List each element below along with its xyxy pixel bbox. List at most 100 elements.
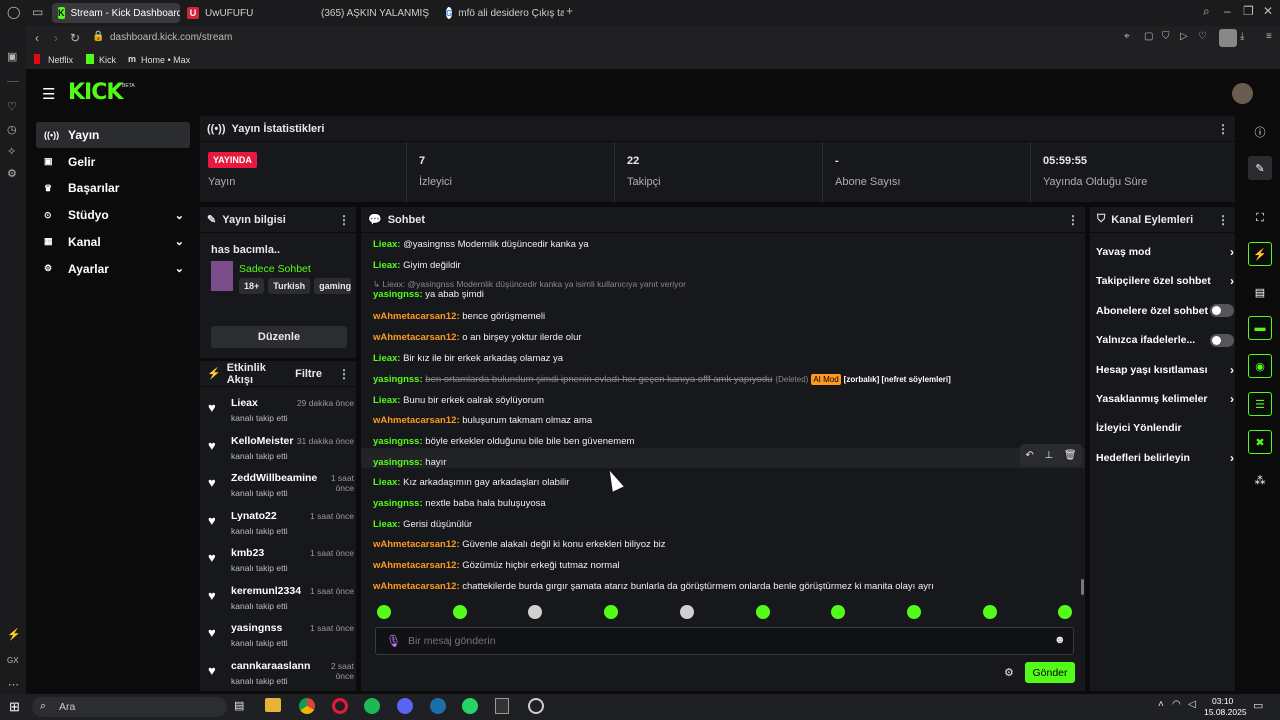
minimize-button[interactable]: – xyxy=(1224,4,1231,18)
channel-action-item[interactable]: Yalnızca ifadelerle... xyxy=(1096,329,1234,351)
channel-action-item[interactable]: Hedefleri belirleyin › xyxy=(1096,447,1234,469)
play-icon[interactable]: ▷ xyxy=(1180,31,1188,42)
taskbar-search[interactable]: ⌕ Ara xyxy=(32,697,227,717)
chat-username[interactable]: yasingnss xyxy=(373,289,419,300)
chrome-icon[interactable] xyxy=(299,698,315,714)
activity-user[interactable]: ZeddWillbeamine xyxy=(231,472,317,484)
chat-username[interactable]: wAhmetacarsan12 xyxy=(373,415,456,426)
sidebar-cube-icon[interactable]: ▣ xyxy=(7,50,17,63)
emote-icon[interactable] xyxy=(982,605,997,619)
hamburger-menu-icon[interactable]: ☰ xyxy=(42,85,55,103)
obs-icon[interactable] xyxy=(528,698,544,714)
emote-icon[interactable] xyxy=(604,605,619,619)
filter-button[interactable]: Filtre xyxy=(295,368,322,380)
chat-scrollbar[interactable] xyxy=(1081,579,1084,595)
chat-username[interactable]: wAhmetacarsan12 xyxy=(373,581,456,592)
notes-icon[interactable]: ▤ xyxy=(1248,280,1272,304)
heart-icon[interactable]: ♡ xyxy=(1198,31,1207,42)
sidebar-extensions-icon[interactable]: ✧ xyxy=(7,145,16,158)
kick-logo[interactable]: KICK xyxy=(68,80,123,105)
chat-username[interactable]: wAhmetacarsan12 xyxy=(373,311,456,322)
spotify-icon[interactable] xyxy=(364,698,380,714)
activity-user[interactable]: Lieax xyxy=(231,397,258,409)
toggle-switch[interactable] xyxy=(1210,333,1234,347)
emote-icon[interactable] xyxy=(906,605,921,619)
emote-icon[interactable] xyxy=(831,605,846,619)
sidebar-settings-icon[interactable]: ⚙ xyxy=(7,167,17,180)
activity-user[interactable]: Lynato22 xyxy=(231,510,277,522)
search-tabs-icon[interactable]: ⌕ xyxy=(1203,4,1210,19)
chat-settings-icon[interactable]: ⚙ xyxy=(1004,666,1014,679)
reload-icon[interactable]: ↻ xyxy=(70,31,80,45)
chat-username[interactable]: yasingnss xyxy=(373,436,419,447)
channel-actions-more-icon[interactable]: ⋮ xyxy=(1217,213,1229,227)
apps-icon[interactable]: ⁂ xyxy=(1248,468,1272,492)
bookmark-netflix[interactable]: Netflix xyxy=(48,55,73,65)
activity-more-icon[interactable]: ⋮ xyxy=(338,367,350,381)
delete-icon[interactable]: 🗑 xyxy=(1064,450,1077,461)
channel-action-item[interactable]: Hesap yaşı kısıtlaması › xyxy=(1096,359,1234,381)
browser-tab[interactable]: U UwUFUFU xyxy=(181,3,306,23)
chat-username[interactable]: Lieax xyxy=(373,260,397,271)
opera-logo-icon[interactable]: ◯ xyxy=(7,5,20,19)
nav-item[interactable]: ▣ Gelir xyxy=(36,149,190,175)
emote-icon[interactable] xyxy=(755,605,770,619)
nav-item[interactable]: ▦ Kanal ⌄ xyxy=(36,229,190,255)
clock-date[interactable]: 15.08.2025 xyxy=(1204,707,1247,717)
forward-icon[interactable]: › xyxy=(54,31,58,45)
toggle-switch[interactable] xyxy=(1210,304,1234,318)
nav-item[interactable]: ⚙ Ayarlar ⌄ xyxy=(36,256,190,282)
chat-username[interactable]: yasingnss xyxy=(373,457,419,468)
bookmark-max[interactable]: Home • Max xyxy=(141,55,190,65)
category-name[interactable]: Sadece Sohbet xyxy=(239,263,311,275)
moderation-icon[interactable]: ☰ xyxy=(1248,392,1272,416)
chat-username[interactable]: Lieax xyxy=(373,519,397,530)
emote-icon[interactable] xyxy=(528,605,543,619)
chat-username[interactable]: Lieax xyxy=(373,395,397,406)
emote-icon[interactable] xyxy=(377,605,391,619)
pencil-icon[interactable]: ✎ xyxy=(1248,156,1272,180)
channel-action-item[interactable]: Yasaklanmış kelimeler › xyxy=(1096,388,1234,410)
stats-more-icon[interactable]: ⋮ xyxy=(1217,122,1229,136)
epic-games-icon[interactable] xyxy=(495,698,509,714)
file-explorer-icon[interactable] xyxy=(265,698,281,712)
sidebar-more-icon[interactable]: ⋯ xyxy=(8,678,19,691)
user-avatar[interactable] xyxy=(1232,83,1253,104)
sidebar-gx-icon[interactable]: GX xyxy=(7,656,19,665)
edit-button[interactable]: Düzenle xyxy=(211,326,347,348)
chat-username[interactable]: Lieax xyxy=(373,477,397,488)
reply-icon[interactable]: ↶ xyxy=(1025,450,1033,461)
notification-icon[interactable]: ▭ xyxy=(1253,699,1263,712)
snapshot-icon[interactable]: ▢ xyxy=(1144,31,1153,42)
stream-tag[interactable]: Turkish xyxy=(268,278,311,294)
profile-avatar[interactable] xyxy=(1219,29,1237,47)
opera-gx-icon[interactable] xyxy=(332,698,348,714)
task-view-icon[interactable]: ▤ xyxy=(234,699,244,712)
sidebar-history-icon[interactable]: ◷ xyxy=(7,123,17,136)
channel-action-item[interactable]: İzleyici Yönlendir xyxy=(1096,417,1234,439)
activity-user[interactable]: keremunl2334 xyxy=(231,585,301,597)
chat-input[interactable] xyxy=(408,633,1008,649)
shield-icon[interactable]: ⛉ xyxy=(1162,31,1170,42)
discord-icon[interactable] xyxy=(397,698,413,714)
tools-icon[interactable]: ✖ xyxy=(1248,430,1272,454)
menu-icon[interactable]: ≡ xyxy=(1266,31,1272,42)
windows-start-icon[interactable]: ⊞ xyxy=(9,699,20,715)
new-tab-button[interactable]: + xyxy=(566,4,573,18)
emoji-icon[interactable]: ☻ xyxy=(1054,634,1066,646)
whatsapp-icon[interactable] xyxy=(462,698,478,714)
sidebar-aria-icon[interactable]: ⚡ xyxy=(7,628,21,641)
close-window-button[interactable]: ✕ xyxy=(1263,4,1273,18)
chat-username[interactable]: wAhmetacarsan12 xyxy=(373,560,456,571)
broadcast-rail-icon[interactable]: ◉ xyxy=(1248,354,1272,378)
download-icon[interactable]: ⤓ xyxy=(1240,31,1244,42)
channel-action-item[interactable]: Takipçilere özel sohbet › xyxy=(1096,270,1234,292)
tray-chevron-icon[interactable]: ˄ xyxy=(1158,699,1164,710)
wifi-icon[interactable]: ◠ xyxy=(1172,699,1181,710)
stream-info-more-icon[interactable]: ⋮ xyxy=(338,213,350,227)
activity-user[interactable]: kmb23 xyxy=(231,547,264,559)
nav-item[interactable]: ⊙ Stüdyo ⌄ xyxy=(36,202,190,228)
back-icon[interactable]: ‹ xyxy=(35,31,39,45)
emote-icon[interactable] xyxy=(452,605,467,619)
maximize-button[interactable]: ❐ xyxy=(1243,4,1254,18)
